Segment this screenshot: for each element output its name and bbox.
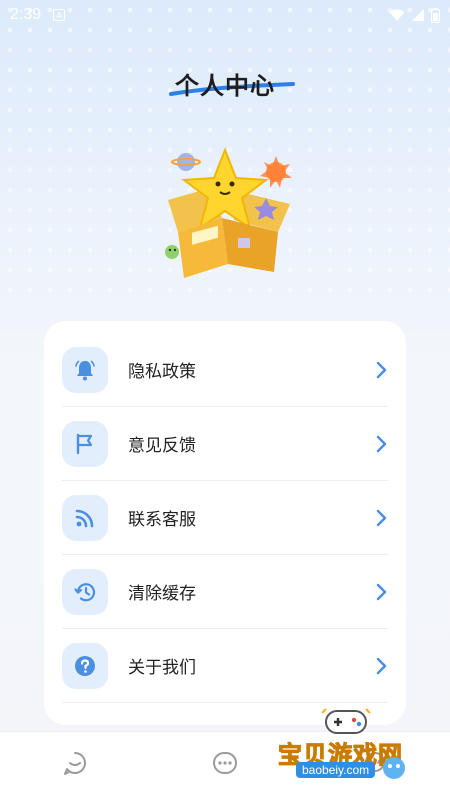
help-icon <box>75 655 95 676</box>
menu-item-about-us[interactable]: 关于我们 <box>62 629 388 703</box>
status-bar: 2:39 A <box>0 0 450 30</box>
star-box-illustration <box>165 147 292 278</box>
menu-icon-bg <box>62 642 108 689</box>
nav-chat[interactable] <box>45 738 105 788</box>
menu-item-label: 意见反馈 <box>128 436 196 456</box>
more-dots-icon <box>213 752 237 774</box>
menu-item-label: 清除缓存 <box>128 584 196 604</box>
chevron-right-icon <box>376 435 387 452</box>
menu-item-contact-support[interactable]: 联系客服 <box>62 481 388 555</box>
mascot-icon <box>383 757 405 779</box>
page-title: 个人中心 <box>169 66 295 101</box>
bell-icon <box>75 360 95 380</box>
status-icons <box>389 7 440 23</box>
gamepad-icon <box>321 708 371 734</box>
status-time: 2:39 <box>10 6 42 23</box>
battery-icon <box>431 7 440 23</box>
signal-icon <box>412 9 424 21</box>
notification-icon: A <box>53 9 66 21</box>
watermark-url: baobeiy.com <box>296 762 376 778</box>
nav-more[interactable] <box>195 738 255 788</box>
menu-item-clear-cache[interactable]: 清除缓存 <box>62 555 388 629</box>
menu-icon-bg <box>62 420 108 467</box>
history-icon <box>74 582 96 601</box>
chevron-right-icon <box>376 583 387 600</box>
chevron-right-icon <box>376 361 387 378</box>
wifi-icon <box>389 8 405 21</box>
flag-icon <box>76 433 93 454</box>
menu-item-privacy-policy[interactable]: 隐私政策 <box>62 333 388 407</box>
rss-icon <box>75 509 94 527</box>
page-title-text: 个人中心 <box>175 72 275 100</box>
menu-icon-bg <box>62 494 108 541</box>
menu-icon-bg <box>62 568 108 615</box>
menu-item-label: 联系客服 <box>128 510 196 530</box>
watermark: 宝贝游戏网 baobeiy.com <box>268 705 446 800</box>
menu-icon-bg <box>62 346 108 393</box>
chevron-right-icon <box>376 657 387 674</box>
menu-card: 隐私政策 意见反馈 联系客服 清除缓存 关于我们 <box>44 321 406 725</box>
menu-item-label: 关于我们 <box>128 658 196 678</box>
menu-item-feedback[interactable]: 意见反馈 <box>62 407 388 481</box>
chat-bubble-icon <box>64 752 86 775</box>
chevron-right-icon <box>376 509 387 526</box>
menu-item-label: 隐私政策 <box>128 362 196 382</box>
